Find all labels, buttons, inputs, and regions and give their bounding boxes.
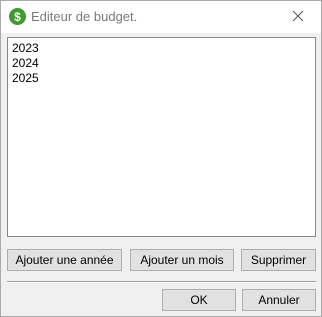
list-item[interactable]: 2024 <box>12 56 311 71</box>
list-item[interactable]: 2025 <box>12 71 311 86</box>
delete-button[interactable]: Supprimer <box>241 249 316 271</box>
window-title: Editeur de budget. <box>31 9 138 24</box>
ok-button[interactable]: OK <box>162 289 236 311</box>
svg-text:$: $ <box>14 10 21 23</box>
year-listbox[interactable]: 2023 2024 2025 <box>7 37 316 237</box>
cancel-button[interactable]: Annuler <box>242 289 316 311</box>
close-button[interactable] <box>275 1 321 33</box>
title-bar[interactable]: $ Editeur de budget. <box>1 1 321 33</box>
close-icon <box>292 10 304 25</box>
dialog-window: $ Editeur de budget. 2023 2024 2025 Ajou… <box>0 0 322 317</box>
list-item[interactable]: 2023 <box>12 41 311 56</box>
add-month-button[interactable]: Ajouter un mois <box>130 249 234 271</box>
dollar-icon: $ <box>9 8 26 25</box>
separator <box>7 281 316 283</box>
add-year-button[interactable]: Ajouter une année <box>7 249 122 271</box>
